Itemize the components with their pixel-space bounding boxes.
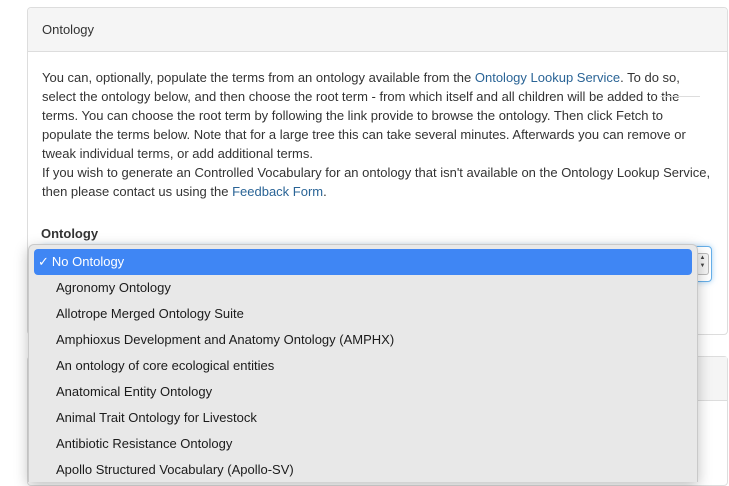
contact-text: If you wish to generate an Controlled Vo… xyxy=(42,165,711,199)
option-item[interactable]: Antibiotic Resistance Ontology xyxy=(34,431,692,457)
option-item[interactable]: Apollo Structured Vocabulary (Apollo-SV) xyxy=(34,457,692,482)
panel-heading: Ontology xyxy=(28,8,727,52)
divider xyxy=(660,96,700,97)
option-item[interactable]: An ontology of core ecological entities xyxy=(34,353,692,379)
option-item[interactable]: Amphioxus Development and Anatomy Ontolo… xyxy=(34,327,692,353)
arrow-down-icon: ▼ xyxy=(699,263,706,269)
feedback-form-link[interactable]: Feedback Form xyxy=(232,184,323,199)
arrow-up-icon: ▲ xyxy=(699,255,706,261)
intro-text: You can, optionally, populate the terms … xyxy=(42,70,475,85)
panel-body: You can, optionally, populate the terms … xyxy=(28,52,727,201)
contact-paragraph: If you wish to generate an Controlled Vo… xyxy=(42,163,713,201)
ontology-options-list: ✓ No Ontology Agronomy Ontology Allotrope… xyxy=(29,245,697,482)
option-item[interactable]: Allotrope Merged Ontology Suite xyxy=(34,301,692,327)
contact-text-end: . xyxy=(323,184,327,199)
option-item[interactable]: Animal Trait Ontology for Livestock xyxy=(34,405,692,431)
option-item[interactable]: Anatomical Entity Ontology xyxy=(34,379,692,405)
option-item[interactable]: Agronomy Ontology xyxy=(34,275,692,301)
ontology-lookup-service-link[interactable]: Ontology Lookup Service xyxy=(475,70,620,85)
ontology-field-label: Ontology xyxy=(41,226,99,241)
option-selected[interactable]: ✓ No Ontology xyxy=(34,249,692,275)
intro-paragraph: You can, optionally, populate the terms … xyxy=(42,68,713,163)
ontology-dropdown-menu: ✓ No Ontology Agronomy Ontology Allotrope… xyxy=(28,244,698,482)
checkmark-icon: ✓ xyxy=(38,254,49,269)
option-label: No Ontology xyxy=(51,254,125,269)
